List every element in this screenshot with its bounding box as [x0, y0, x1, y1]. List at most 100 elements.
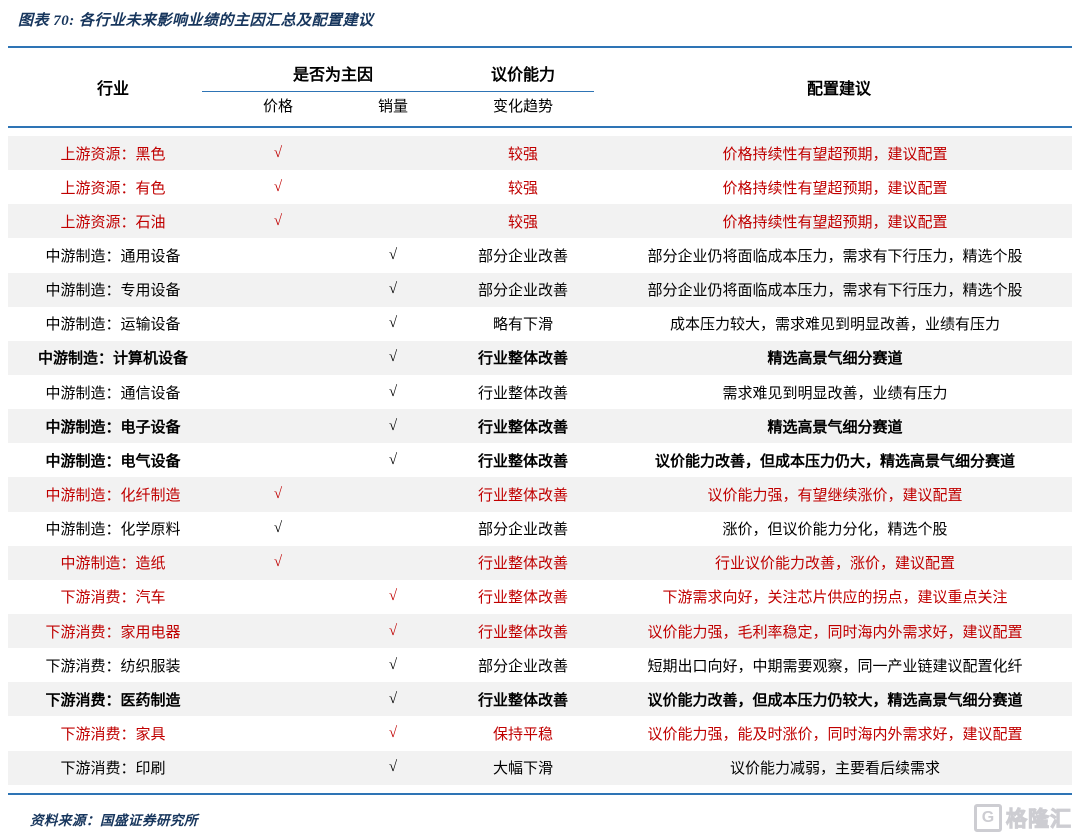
cell-price-check — [218, 409, 338, 443]
cell-price-check — [218, 238, 338, 272]
cell-trend: 部分企业改善 — [448, 273, 598, 307]
cell-advice: 行业议价能力改善，涨价，建议配置 — [598, 546, 1072, 580]
cell-industry: 上游资源：石油 — [8, 204, 218, 238]
cell-price-check — [218, 341, 338, 375]
cell-advice: 议价能力改善，但成本压力仍较大，精选高景气细分赛道 — [598, 682, 1072, 716]
cell-trend: 行业整体改善 — [448, 409, 598, 443]
cell-price-check — [218, 682, 338, 716]
figure-title-row: 图表 70: 各行业未来影响业绩的主因汇总及配置建议 — [8, 0, 1072, 38]
cell-trend: 行业整体改善 — [448, 614, 598, 648]
cell-price-check — [218, 375, 338, 409]
cell-advice: 议价能力强，有望继续涨价，建议配置 — [598, 477, 1072, 511]
cell-volume-check: √ — [338, 341, 448, 375]
column-header-price: 价格 — [218, 93, 338, 118]
cell-industry: 下游消费：家具 — [8, 716, 218, 750]
cell-advice: 议价能力强，毛利率稳定，同时海内外需求好，建议配置 — [598, 614, 1072, 648]
table-row: 中游制造：通信设备 √ 行业整体改善 需求难见到明显改善，业绩有压力 — [8, 375, 1072, 409]
cell-trend: 保持平稳 — [448, 716, 598, 750]
table-row: 下游消费：家具 √ 保持平稳 议价能力强，能及时涨价，同时海内外需求好，建议配置 — [8, 716, 1072, 750]
cell-price-check: √ — [218, 512, 338, 546]
column-header-volume: 销量 — [338, 93, 448, 118]
table-row: 中游制造：运输设备 √ 略有下滑 成本压力较大，需求难见到明显改善，业绩有压力 — [8, 307, 1072, 341]
cell-industry: 中游制造：通信设备 — [8, 375, 218, 409]
cell-industry: 下游消费：纺织服装 — [8, 648, 218, 682]
table-bottom-divider — [8, 793, 1072, 795]
cell-trend: 部分企业改善 — [448, 512, 598, 546]
cell-industry: 下游消费：汽车 — [8, 580, 218, 614]
cell-trend: 行业整体改善 — [448, 682, 598, 716]
column-header-advice: 配置建议 — [606, 56, 1072, 118]
cell-industry: 中游制造：电子设备 — [8, 409, 218, 443]
cell-industry: 下游消费：印刷 — [8, 751, 218, 785]
cell-industry: 中游制造：化纤制造 — [8, 477, 218, 511]
table-row: 中游制造：化学原料 √ 部分企业改善 涨价，但议价能力分化，精选个股 — [8, 512, 1072, 546]
cell-volume-check: √ — [338, 238, 448, 272]
cell-volume-check: √ — [338, 307, 448, 341]
cell-advice: 价格持续性有望超预期，建议配置 — [598, 170, 1072, 204]
cell-trend: 较强 — [448, 136, 598, 170]
cell-industry: 下游消费：家用电器 — [8, 614, 218, 648]
table-row: 下游消费：医药制造 √ 行业整体改善 议价能力改善，但成本压力仍较大，精选高景气… — [8, 682, 1072, 716]
cell-trend: 大幅下滑 — [448, 751, 598, 785]
cell-trend: 行业整体改善 — [448, 443, 598, 477]
cell-advice: 部分企业仍将面临成本压力，需求有下行压力，精选个股 — [598, 273, 1072, 307]
cell-trend: 部分企业改善 — [448, 238, 598, 272]
table-row: 中游制造：计算机设备 √ 行业整体改善 精选高景气细分赛道 — [8, 341, 1072, 375]
cell-volume-check — [338, 512, 448, 546]
table-row: 中游制造：通用设备 √ 部分企业改善 部分企业仍将面临成本压力，需求有下行压力，… — [8, 238, 1072, 272]
cell-trend: 行业整体改善 — [448, 580, 598, 614]
cell-trend: 略有下滑 — [448, 307, 598, 341]
cell-industry: 中游制造：运输设备 — [8, 307, 218, 341]
cell-industry: 上游资源：有色 — [8, 170, 218, 204]
cell-volume-check: √ — [338, 409, 448, 443]
table-row: 下游消费：汽车 √ 行业整体改善 下游需求向好，关注芯片供应的拐点，建议重点关注 — [8, 580, 1072, 614]
table-body: 上游资源：黑色 √ 较强 价格持续性有望超预期，建议配置 上游资源：有色 √ 较… — [8, 136, 1072, 785]
cell-volume-check — [338, 546, 448, 580]
cell-industry: 中游制造：造纸 — [8, 546, 218, 580]
cell-advice: 涨价，但议价能力分化，精选个股 — [598, 512, 1072, 546]
table-row: 中游制造：电子设备 √ 行业整体改善 精选高景气细分赛道 — [8, 409, 1072, 443]
cell-price-check — [218, 716, 338, 750]
cell-advice: 精选高景气细分赛道 — [598, 409, 1072, 443]
figure-title: 图表 70: 各行业未来影响业绩的主因汇总及配置建议 — [18, 13, 374, 29]
cell-volume-check: √ — [338, 580, 448, 614]
cell-volume-check: √ — [338, 751, 448, 785]
column-group-bargaining-power: 议价能力 — [448, 57, 598, 89]
cell-industry: 中游制造：通用设备 — [8, 238, 218, 272]
cell-volume-check: √ — [338, 273, 448, 307]
cell-volume-check: √ — [338, 682, 448, 716]
cell-trend: 行业整体改善 — [448, 477, 598, 511]
cell-trend: 部分企业改善 — [448, 648, 598, 682]
cell-trend: 行业整体改善 — [448, 546, 598, 580]
cell-industry: 中游制造：计算机设备 — [8, 341, 218, 375]
source-note: 资料来源：国盛证券研究所 — [30, 813, 198, 828]
cell-price-check — [218, 751, 338, 785]
cell-advice: 议价能力强，能及时涨价，同时海内外需求好，建议配置 — [598, 716, 1072, 750]
table-row: 上游资源：黑色 √ 较强 价格持续性有望超预期，建议配置 — [8, 136, 1072, 170]
cell-advice: 成本压力较大，需求难见到明显改善，业绩有压力 — [598, 307, 1072, 341]
cell-advice: 部分企业仍将面临成本压力，需求有下行压力，精选个股 — [598, 238, 1072, 272]
cell-trend: 行业整体改善 — [448, 341, 598, 375]
cell-industry: 下游消费：医药制造 — [8, 682, 218, 716]
column-header-industry: 行业 — [8, 56, 218, 118]
cell-advice: 精选高景气细分赛道 — [598, 341, 1072, 375]
cell-advice: 需求难见到明显改善，业绩有压力 — [598, 375, 1072, 409]
title-divider — [8, 46, 1072, 48]
cell-trend: 较强 — [448, 170, 598, 204]
table-row: 中游制造：专用设备 √ 部分企业改善 部分企业仍将面临成本压力，需求有下行压力，… — [8, 273, 1072, 307]
cell-volume-check: √ — [338, 443, 448, 477]
cell-price-check: √ — [218, 477, 338, 511]
cell-price-check — [218, 614, 338, 648]
cell-advice: 价格持续性有望超预期，建议配置 — [598, 136, 1072, 170]
cell-volume-check — [338, 170, 448, 204]
cell-volume-check — [338, 136, 448, 170]
cell-advice: 价格持续性有望超预期，建议配置 — [598, 204, 1072, 238]
table-row: 下游消费：家用电器 √ 行业整体改善 议价能力强，毛利率稳定，同时海内外需求好，… — [8, 614, 1072, 648]
table-row: 上游资源：有色 √ 较强 价格持续性有望超预期，建议配置 — [8, 170, 1072, 204]
table-header: 行业 是否为主因 议价能力 价格 销量 变化趋势 配置建议 — [8, 56, 1072, 118]
cell-price-check — [218, 273, 338, 307]
cell-volume-check: √ — [338, 614, 448, 648]
cell-advice: 议价能力改善，但成本压力仍大，精选高景气细分赛道 — [598, 443, 1072, 477]
cell-volume-check — [338, 477, 448, 511]
gelonghui-watermark: G 格隆汇 — [974, 803, 1072, 833]
